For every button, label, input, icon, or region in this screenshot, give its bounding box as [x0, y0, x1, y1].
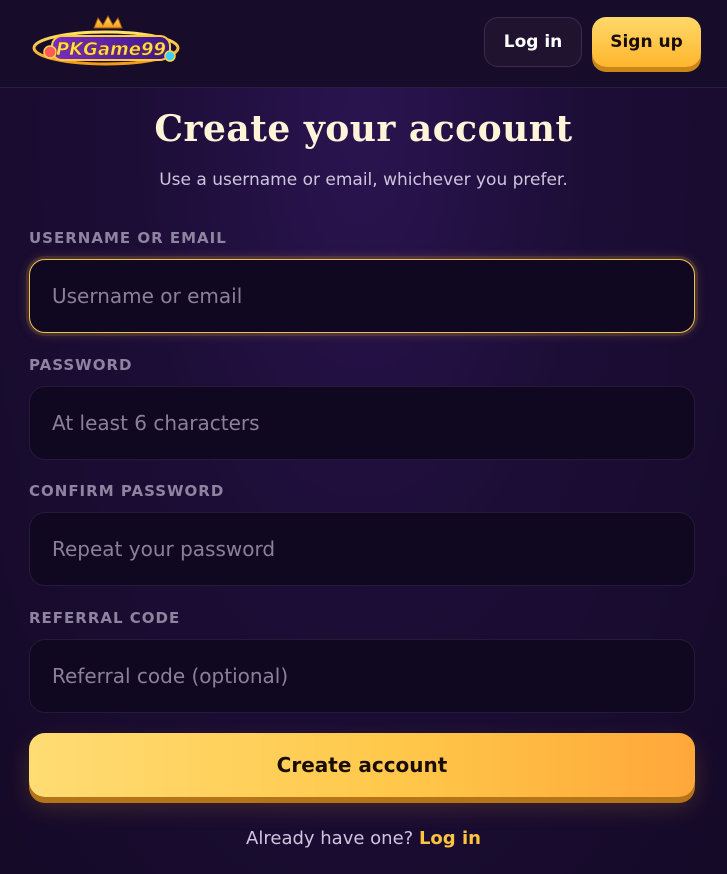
signup-page: PKGame99 Log in Sign up Create your acco…: [0, 0, 727, 874]
header-signup-button[interactable]: Sign up: [592, 17, 701, 67]
top-bar: PKGame99 Log in Sign up: [0, 0, 727, 88]
create-account-button[interactable]: Create account: [29, 733, 695, 797]
confirm-password-label: CONFIRM PASSWORD: [29, 482, 225, 500]
referral-code-input[interactable]: [29, 639, 695, 713]
header-login-button[interactable]: Log in: [484, 17, 582, 67]
login-prompt-text: Already have one?: [246, 828, 414, 849]
password-input[interactable]: [29, 386, 695, 460]
page-title: Create your account: [154, 108, 573, 150]
svg-text:PKGame99: PKGame99: [56, 39, 166, 60]
pkgame99-logo[interactable]: PKGame99: [30, 14, 182, 74]
confirm-password-input[interactable]: [29, 512, 695, 586]
password-label: PASSWORD: [29, 356, 133, 374]
login-prompt: Already have one? Log in: [0, 828, 727, 849]
username-email-label: USERNAME OR EMAIL: [29, 229, 227, 247]
referral-code-label: REFERRAL CODE: [29, 609, 181, 627]
username-email-input[interactable]: [29, 259, 695, 333]
footer-login-link[interactable]: Log in: [419, 828, 481, 849]
page-subtitle: Use a username or email, whichever you p…: [159, 170, 568, 190]
